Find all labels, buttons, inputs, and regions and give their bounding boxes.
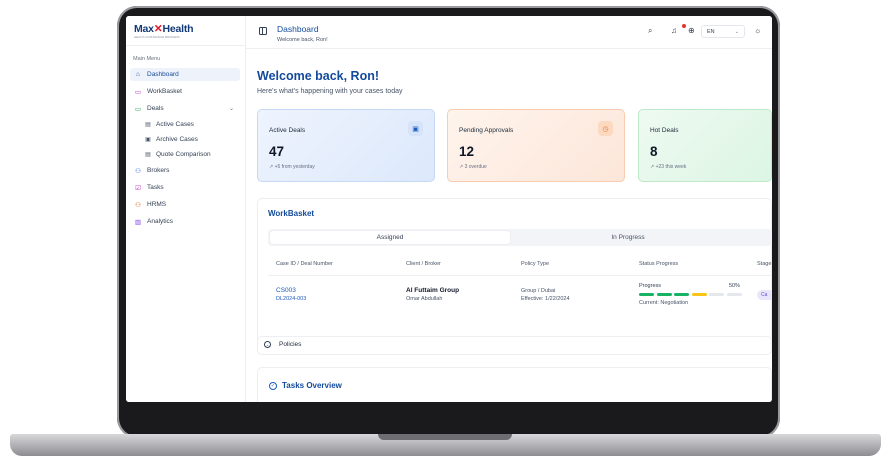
broker-name: Omar Abdullah bbox=[406, 296, 443, 302]
sidebar-item-label: Quote Comparison bbox=[156, 150, 211, 158]
welcome-subtitle: Here's what's happening with your cases … bbox=[257, 88, 403, 95]
sidebar-item-quote-comparison[interactable]: ▤ Quote Comparison bbox=[143, 148, 211, 160]
policies-label: Policies bbox=[279, 341, 302, 348]
stat-card-pending-approvals[interactable]: Pending Approvals ◷ 12 ↗ 3 overdue bbox=[447, 109, 625, 182]
workbasket-title: WorkBasket bbox=[268, 209, 315, 218]
sidebar-item-archive-cases[interactable]: ▣ Archive Cases bbox=[143, 133, 198, 145]
clock-icon: ◷ bbox=[598, 121, 613, 136]
team-icon: ⚇ bbox=[135, 201, 141, 209]
file-icon: ▤ bbox=[145, 121, 151, 128]
stat-value: 12 bbox=[459, 144, 475, 159]
file-compare-icon: ▤ bbox=[145, 151, 151, 158]
progress-label: Progress bbox=[639, 283, 662, 289]
sidebar-item-dashboard[interactable]: ⌂ Dashboard bbox=[130, 68, 240, 81]
progress-segment bbox=[709, 293, 724, 296]
deal-number: DL2024-003 bbox=[276, 296, 307, 302]
folder-icon: ▭ bbox=[134, 88, 142, 96]
stat-label: Pending Approvals bbox=[459, 127, 514, 134]
laptop-base-notch bbox=[378, 434, 512, 440]
progress-segment bbox=[656, 293, 672, 296]
column-header[interactable]: Case ID / Deal Number bbox=[276, 261, 333, 267]
tab-in-progress[interactable]: In Progress bbox=[568, 231, 688, 244]
theme-toggle-icon[interactable]: ☼ bbox=[754, 26, 761, 36]
stat-card-hot-deals[interactable]: Hot Deals 8 ↗ +23 this week bbox=[638, 109, 772, 182]
stat-note: ↗ +23 this week bbox=[650, 164, 687, 170]
stat-label: Active Deals bbox=[269, 127, 306, 134]
progress-segment bbox=[639, 293, 654, 296]
logo-tagline: HEALTH INSURANCE BROKERS bbox=[134, 35, 180, 39]
app-logo[interactable]: Max✕Health bbox=[134, 23, 194, 35]
sidebar-item-tasks[interactable]: ☑ Tasks bbox=[130, 181, 240, 194]
workbasket-panel bbox=[257, 198, 772, 346]
column-header[interactable]: Policy Type bbox=[521, 261, 549, 267]
client-name: Al Futtaim Group bbox=[406, 287, 460, 294]
search-icon[interactable]: ⌕ bbox=[648, 26, 652, 36]
sidebar-item-active-cases[interactable]: ▤ Active Cases bbox=[143, 118, 194, 130]
tasks-overview-title: Tasks Overview bbox=[282, 381, 342, 390]
sidebar-item-label: Analytics bbox=[147, 218, 174, 225]
home-icon: ⌂ bbox=[136, 71, 140, 78]
divider bbox=[126, 45, 245, 46]
policy-type: Group / Dubai bbox=[521, 288, 556, 294]
workbasket-tabs: Assigned In Progress bbox=[268, 229, 772, 246]
page-subtitle: Welcome back, Ron! bbox=[277, 37, 328, 43]
briefcase-icon: ▣ bbox=[408, 121, 423, 136]
tab-assigned[interactable]: Assigned bbox=[270, 231, 510, 244]
column-header[interactable]: Client / Broker bbox=[406, 261, 441, 267]
sidebar-item-analytics[interactable]: ▥ Analytics bbox=[130, 215, 240, 228]
sidebar-item-label: Active Cases bbox=[156, 120, 194, 128]
users-icon: ⚇ bbox=[135, 167, 141, 175]
chevron-down-icon: ⌄ bbox=[228, 106, 234, 112]
column-header[interactable]: Status Progress bbox=[639, 261, 678, 267]
globe-icon[interactable]: ⊕ bbox=[688, 26, 695, 36]
sidebar-item-label: Dashboard bbox=[147, 71, 179, 78]
archive-icon: ▣ bbox=[145, 136, 151, 143]
stat-note: ↗ +5 from yesterday bbox=[269, 164, 315, 170]
sidebar-item-deals[interactable]: ▭ Deals ⌄ bbox=[130, 102, 240, 115]
chevron-down-icon: ⌄ bbox=[734, 28, 739, 35]
welcome-title: Welcome back, Ron! bbox=[257, 69, 380, 83]
progress-segment bbox=[726, 293, 742, 296]
sidebar-item-label: Deals bbox=[147, 105, 164, 112]
divider bbox=[268, 275, 772, 276]
progress-segment bbox=[691, 293, 707, 296]
language-select[interactable]: EN ⌄ bbox=[701, 25, 745, 38]
folder-open-icon: ▭ bbox=[134, 105, 142, 113]
sidebar-toggle-icon[interactable] bbox=[259, 27, 267, 35]
checkbox-icon: ☑ bbox=[135, 184, 141, 192]
progress-percent: 50% bbox=[729, 283, 741, 289]
notification-dot bbox=[682, 24, 686, 28]
sidebar-item-label: Brokers bbox=[147, 167, 170, 174]
progress-segment bbox=[674, 293, 689, 296]
sidebar-item-label: WorkBasket bbox=[147, 88, 182, 95]
app-screen: Max✕Health HEALTH INSURANCE BROKERS Main… bbox=[126, 16, 772, 402]
main-menu-label: Main Menu bbox=[133, 56, 161, 62]
bell-icon[interactable]: ♫ bbox=[671, 26, 677, 36]
stat-note: ↗ 3 overdue bbox=[459, 164, 487, 170]
policies-section[interactable] bbox=[257, 336, 772, 355]
current-stage: Current: Negotiation bbox=[639, 300, 689, 306]
sidebar-item-hrms[interactable]: ⚇ HRMS bbox=[130, 198, 240, 211]
policy-effective-date: Effective: 1/22/2024 bbox=[521, 296, 570, 302]
bar-chart-icon: ▥ bbox=[134, 218, 142, 226]
sidebar-item-brokers[interactable]: ⚇ Brokers bbox=[130, 164, 240, 177]
stat-value: 8 bbox=[650, 144, 658, 159]
check-circle-icon: ✓ bbox=[269, 382, 277, 390]
stat-label: Hot Deals bbox=[650, 127, 679, 134]
sidebar-item-label: Archive Cases bbox=[156, 135, 198, 143]
chevron-circle-icon: ⌄ bbox=[264, 341, 271, 348]
stage-badge: Ca bbox=[757, 290, 772, 300]
stat-value: 47 bbox=[269, 144, 285, 159]
page-title: Dashboard bbox=[277, 24, 319, 34]
sidebar-item-label: Tasks bbox=[147, 184, 164, 191]
sidebar: Max✕Health HEALTH INSURANCE BROKERS Main… bbox=[126, 16, 246, 402]
sidebar-item-label: HRMS bbox=[147, 201, 167, 208]
sidebar-item-workbasket[interactable]: ▭ WorkBasket bbox=[130, 85, 240, 98]
case-id-link[interactable]: CS003 bbox=[276, 287, 296, 294]
column-header[interactable]: Stage bbox=[757, 261, 771, 267]
language-value: EN bbox=[707, 28, 715, 35]
stat-card-active-deals[interactable]: Active Deals ▣ 47 ↗ +5 from yesterday bbox=[257, 109, 435, 182]
